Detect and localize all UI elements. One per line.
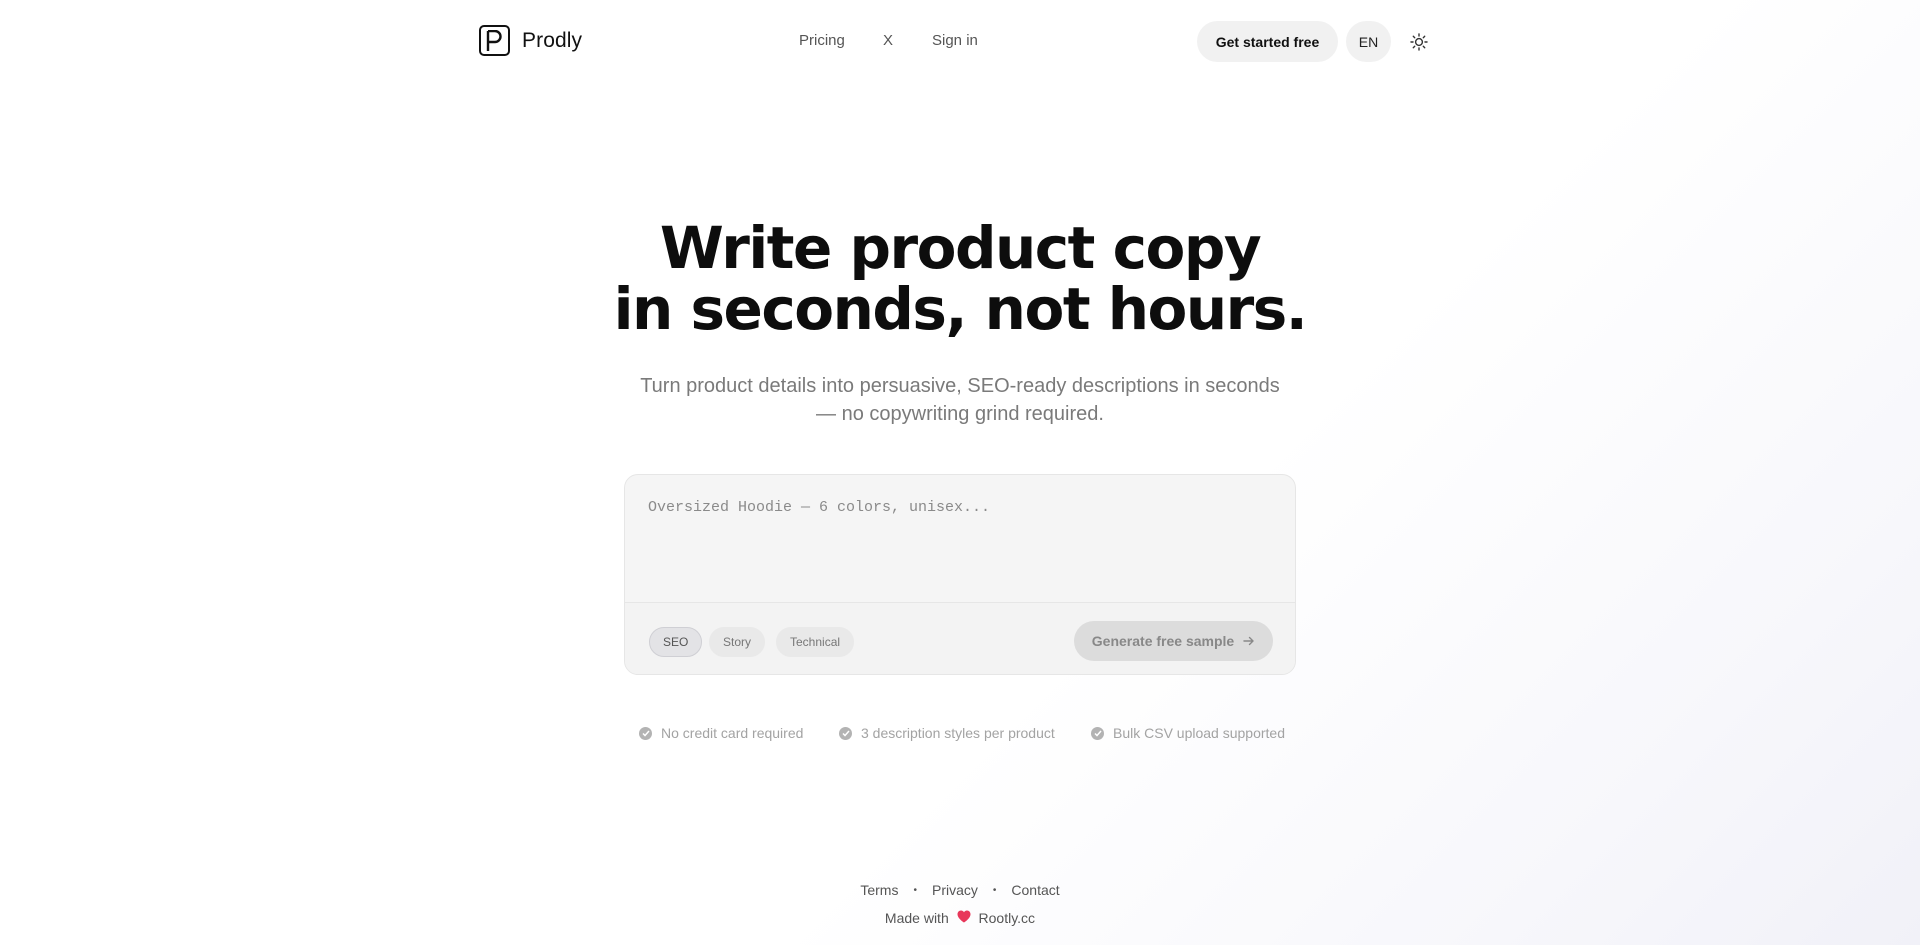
footer-link-contact[interactable]: Contact (1011, 882, 1059, 898)
hero-title-line-2: in seconds, not hours. (613, 275, 1308, 343)
footer-separator: • (913, 885, 917, 896)
check-circle-icon (839, 726, 852, 740)
hero-subtitle-line-2: — no copywriting grind required. (816, 403, 1104, 425)
check-circle-icon (1091, 726, 1104, 740)
get-started-button[interactable]: Get started free (1197, 21, 1338, 62)
product-details-input[interactable] (625, 475, 1295, 602)
heart-icon (957, 910, 971, 926)
feature-label: No credit card required (661, 725, 804, 741)
arrow-right-icon (1243, 633, 1255, 649)
style-chip-story[interactable]: Story (709, 627, 766, 657)
generate-sample-label: Generate free sample (1091, 633, 1235, 649)
brand-logo-link[interactable]: Prodly (479, 25, 582, 56)
nav-link-x[interactable]: X (883, 32, 893, 49)
made-with-text: Made with (884, 910, 949, 926)
style-chip-technical[interactable]: Technical (776, 627, 855, 657)
sun-icon[interactable] (1408, 31, 1430, 53)
hero-subtitle: Turn product details into persuasive, SE… (0, 372, 1920, 428)
footer-link-privacy[interactable]: Privacy (932, 882, 978, 898)
nav-link-pricing[interactable]: Pricing (799, 32, 845, 49)
feature-label: Bulk CSV upload supported (1113, 725, 1285, 741)
footer-link-terms[interactable]: Terms (860, 882, 898, 898)
hero-title-line-1: Write product copy (659, 214, 1262, 282)
feature-label: 3 description styles per product (861, 725, 1055, 741)
logo-icon (479, 25, 510, 56)
language-switcher[interactable]: EN (1346, 21, 1391, 62)
site-header: Prodly Pricing X Sign in Get started fre… (0, 0, 1920, 82)
feature-item: Bulk CSV upload supported (1091, 725, 1285, 741)
footer-links: Terms • Privacy • Contact (0, 882, 1920, 898)
made-with-credit: Made with Rootly.cc (0, 910, 1920, 926)
feature-item: 3 description styles per product (839, 725, 1055, 741)
hero-subtitle-line-1: Turn product details into persuasive, SE… (640, 375, 1280, 397)
composer-footer: SEO Story Technical Generate free sample (625, 603, 1295, 674)
brand-name: Prodly (522, 28, 583, 52)
product-composer: SEO Story Technical Generate free sample (624, 474, 1296, 675)
hero-title: Write product copy in seconds, not hours… (0, 218, 1920, 340)
footer-separator: • (992, 885, 997, 896)
check-circle-icon (639, 726, 652, 740)
feature-list: No credit card required 3 description st… (0, 725, 1920, 745)
feature-item: No credit card required (639, 725, 803, 741)
generate-sample-button[interactable]: Generate free sample (1074, 621, 1273, 661)
nav-link-sign-in[interactable]: Sign in (932, 32, 978, 49)
rootly-link[interactable]: Rootly.cc (979, 910, 1036, 926)
style-chip-seo[interactable]: SEO (649, 627, 703, 657)
